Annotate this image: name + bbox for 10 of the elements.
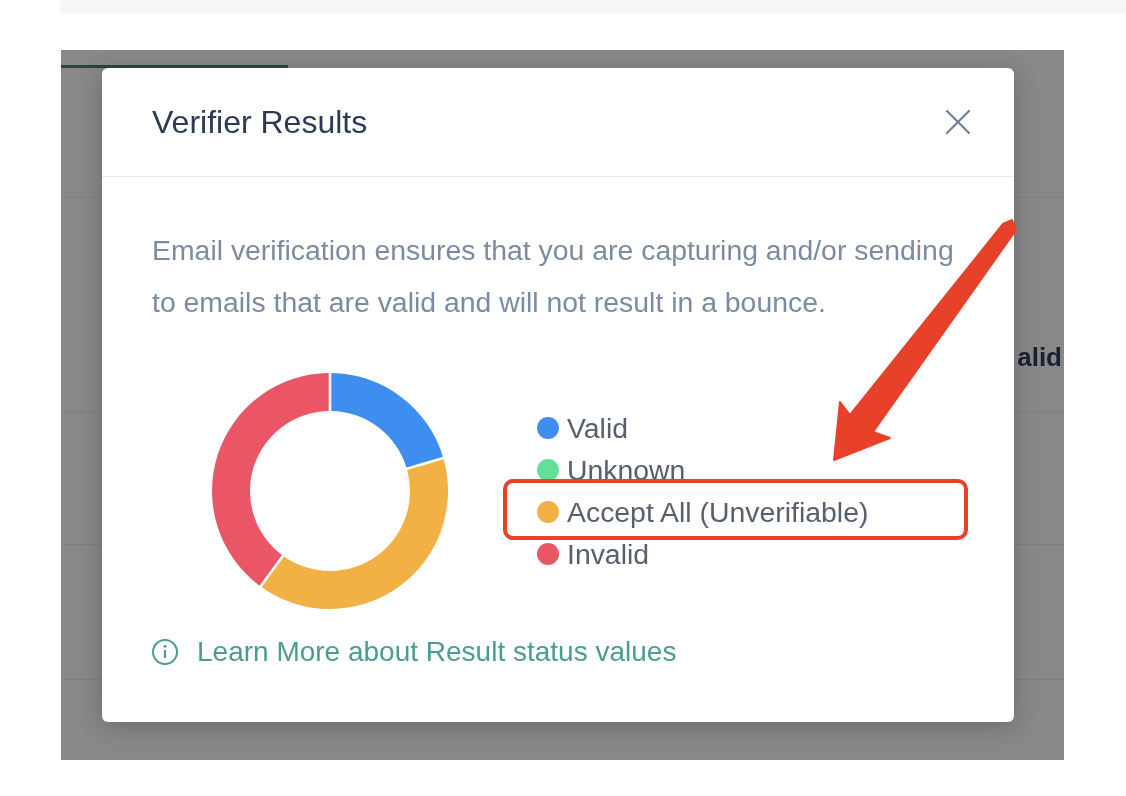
description-text: Email verification ensures that you are capturing and/or sending to emails that are valid and will not result in a bounce. [152,233,955,320]
close-button[interactable] [946,110,970,134]
learn-more-link[interactable]: Learn More about Result status values [197,636,677,668]
legend-label: Invalid [567,537,650,571]
column-heading: alid [1017,342,1062,372]
legend-label: Accept All (Unverifiable) [567,495,869,529]
legend-label: Valid [567,411,629,445]
info-icon [152,639,178,665]
dialog-title: Verifier Results [152,103,368,141]
close-icon [946,110,970,134]
